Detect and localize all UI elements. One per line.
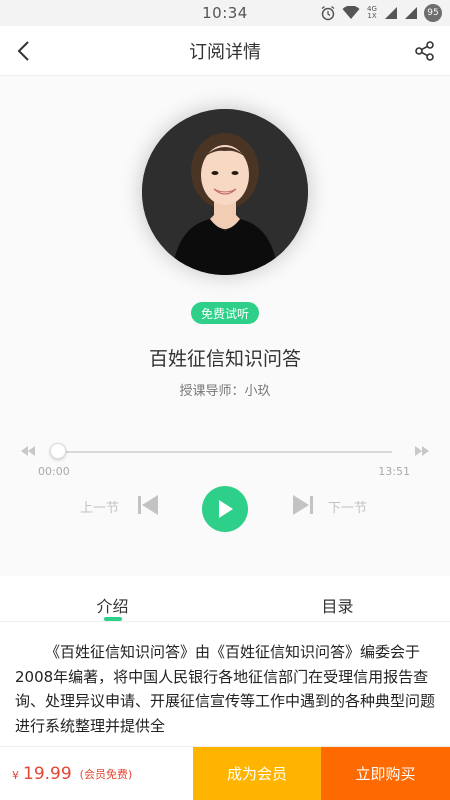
course-hero: 免费试听 百姓征信知识问答 授课导师：小玖 00:00 13:51 上一节 下一… — [0, 76, 450, 576]
next-track-icon[interactable] — [292, 493, 314, 517]
avatar-photo — [142, 109, 308, 275]
status-bar: 10:34 4G 1X 95 — [0, 0, 450, 26]
member-free-note: (会员免费) — [79, 767, 133, 781]
play-icon — [219, 500, 233, 518]
purchase-bar: ¥ 19.99 (会员免费) 成为会员 立即购买 — [0, 746, 450, 800]
price: 19.99 — [23, 763, 72, 784]
become-member-button[interactable]: 成为会员 — [193, 747, 321, 800]
tab-intro[interactable]: 介绍 — [0, 576, 225, 621]
instructor-avatar — [142, 109, 308, 275]
next-episode-label[interactable]: 下一节 — [328, 497, 367, 516]
page-title: 订阅详情 — [189, 41, 261, 63]
rewind-icon[interactable] — [20, 443, 36, 459]
signal-icon-2 — [405, 7, 417, 19]
share-button[interactable] — [412, 38, 438, 64]
buy-now-button[interactable]: 立即购买 — [321, 747, 450, 800]
content-tabs: 介绍 目录 — [0, 576, 450, 622]
back-button[interactable] — [10, 38, 36, 64]
currency-symbol: ¥ — [12, 769, 19, 782]
audio-player: 00:00 13:51 上一节 下一节 — [0, 431, 450, 551]
status-time: 10:34 — [202, 4, 248, 22]
current-time: 00:00 — [38, 465, 70, 478]
play-button[interactable] — [202, 486, 248, 532]
battery-icon: 95 — [424, 4, 442, 22]
total-time: 13:51 — [378, 465, 410, 478]
progress-knob[interactable] — [50, 443, 66, 459]
fast-forward-icon[interactable] — [414, 443, 430, 459]
chevron-left-icon — [17, 41, 29, 61]
course-title: 百姓征信知识问答 — [148, 348, 301, 370]
wifi-icon — [342, 6, 360, 19]
status-icons: 4G 1X 95 — [320, 3, 442, 23]
alarm-icon — [321, 5, 335, 21]
free-trial-badge: 免费试听 — [191, 302, 259, 324]
nav-bar: 订阅详情 — [0, 26, 450, 76]
previous-episode-label[interactable]: 上一节 — [80, 497, 119, 516]
network-type-bottom: 1X — [367, 12, 377, 20]
instructor-name: 授课导师：小玖 — [179, 384, 271, 399]
previous-track-icon[interactable] — [137, 493, 159, 517]
tab-catalog[interactable]: 目录 — [225, 576, 450, 621]
share-icon — [415, 41, 434, 61]
price-area: ¥ 19.99 (会员免费) — [0, 747, 193, 800]
signal-icon-1 — [385, 7, 397, 19]
course-description: 《百姓征信知识问答》由《百姓征信知识问答》编委会于2008年编著，将中国人民银行… — [15, 643, 435, 735]
progress-track[interactable] — [57, 451, 392, 453]
network-type: 4G 1X — [366, 6, 378, 20]
